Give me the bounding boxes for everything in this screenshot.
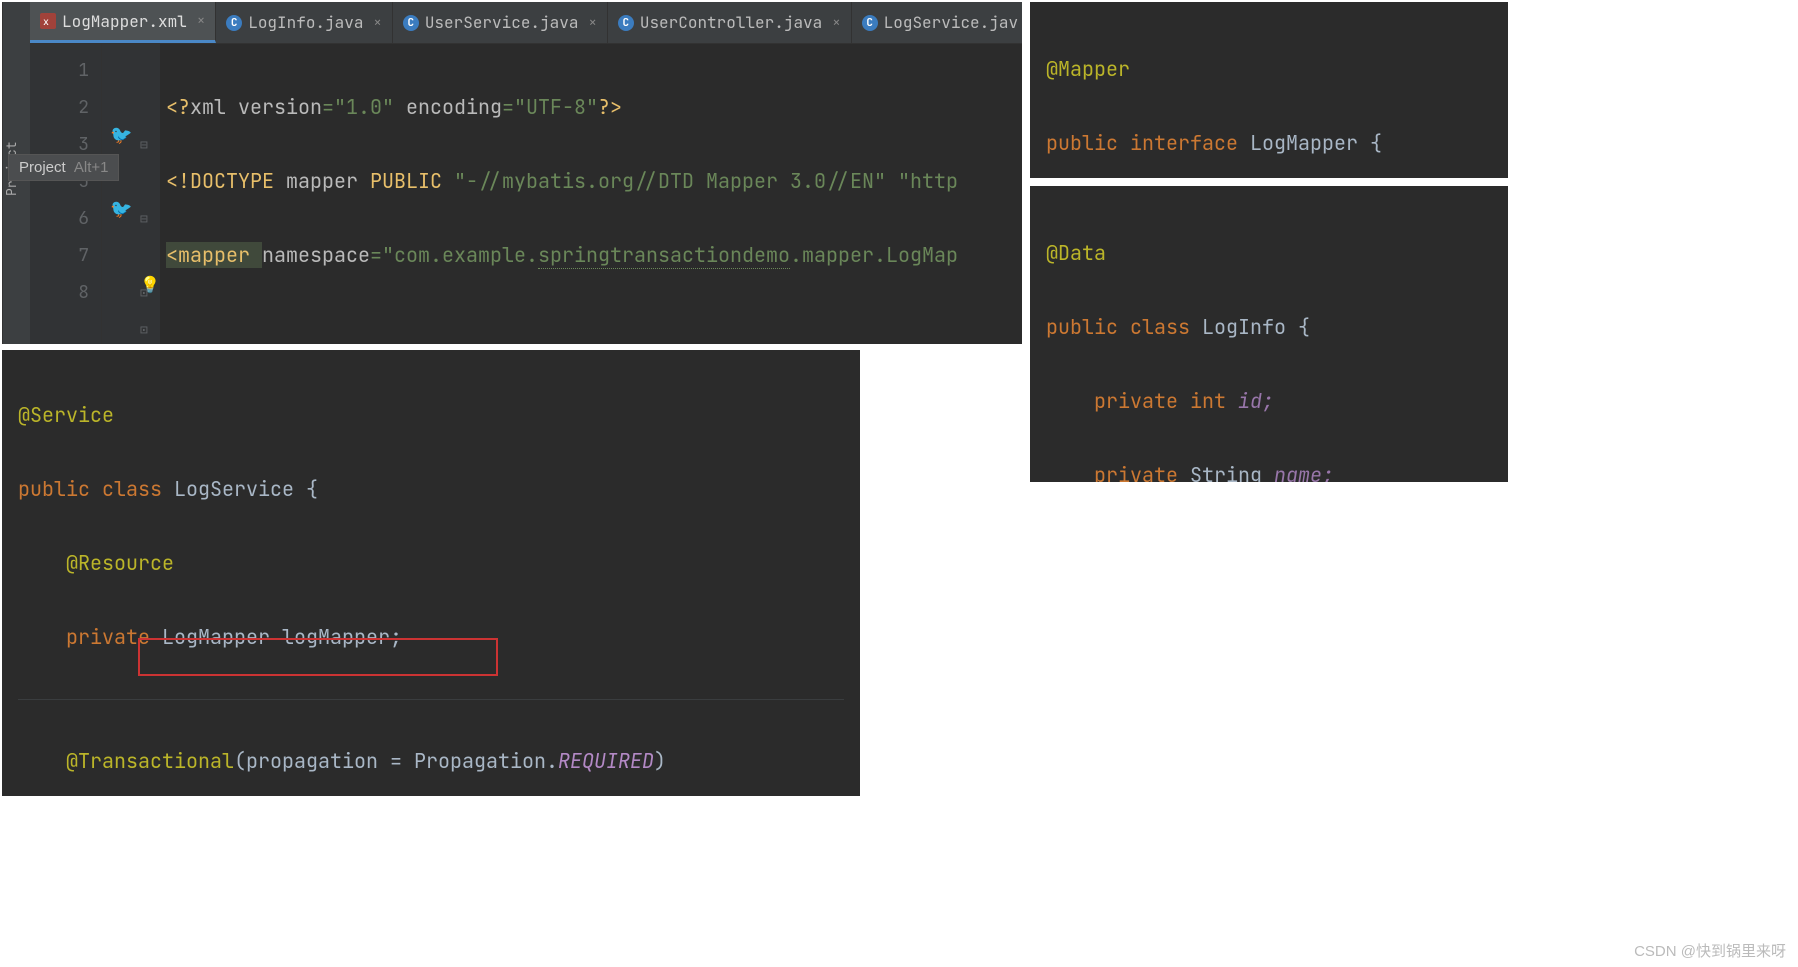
code-tok: PUBLIC xyxy=(370,168,454,194)
code-tok: xml version xyxy=(190,94,322,120)
code-tok xyxy=(1046,462,1094,482)
line-num: 1 xyxy=(30,52,89,89)
code-tok: = xyxy=(322,94,334,120)
tab-label: LogInfo.java xyxy=(248,12,363,33)
code-tok: (propagation = Propagation. xyxy=(234,748,558,774)
code-tok: LogService { xyxy=(174,476,318,502)
code-tok: .mapper.LogMap xyxy=(790,242,958,268)
code-tok: springtransactiondemo xyxy=(538,242,790,269)
panel-xml-editor: Project x LogMapper.xml × C LogInfo.java… xyxy=(2,2,1022,344)
fold-icon[interactable]: ⊟ xyxy=(140,126,160,163)
highlight-box xyxy=(138,638,498,676)
code-tok: public class xyxy=(18,476,174,502)
code-tok: = xyxy=(502,94,514,120)
code-tok: mapper xyxy=(178,242,262,268)
code-area[interactable]: <?xml version="1.0" encoding="UTF-8"?> <… xyxy=(160,44,958,344)
close-icon[interactable]: × xyxy=(373,14,381,32)
close-icon[interactable]: × xyxy=(588,14,596,32)
panel-logservice: @Service public class LogService { @Reso… xyxy=(2,350,860,796)
code-tok: private xyxy=(1094,462,1190,482)
tab-usercontroller-java[interactable]: C UserController.java × xyxy=(608,2,852,43)
xml-file-icon: x xyxy=(40,13,56,29)
tab-label: LogService.jav xyxy=(884,12,1018,33)
tab-logmapper-xml[interactable]: x LogMapper.xml × xyxy=(30,2,216,43)
close-icon[interactable]: × xyxy=(197,12,205,30)
editor-body: 1 2 3 5 6 7 8 🐦 🐦 ⊟ ⊟ ⊡ ⊡ <?xml version=… xyxy=(30,44,1022,344)
code-tok xyxy=(1046,388,1094,414)
code-tok: "1.0" xyxy=(334,94,394,120)
code-tok: @Transactional xyxy=(66,748,234,774)
class-icon: C xyxy=(862,15,878,31)
fold-end-icon[interactable]: ⊡ xyxy=(140,311,160,344)
tooltip-shortcut: Alt+1 xyxy=(74,159,109,176)
code-tok: "-//mybatis.org//DTD Mapper 3.0//EN" "ht… xyxy=(454,168,958,194)
svg-text:x: x xyxy=(43,15,49,28)
code-tok xyxy=(18,550,66,576)
tab-label: UserController.java xyxy=(640,12,822,33)
class-icon: C xyxy=(226,15,242,31)
tab-userservice-java[interactable]: C UserService.java × xyxy=(393,2,608,43)
code-tok: = xyxy=(370,242,382,268)
code-tok: <? xyxy=(166,94,190,120)
code-tok: String xyxy=(1190,462,1274,482)
code-tok: encoding xyxy=(394,94,502,120)
code-tok: id; xyxy=(1238,388,1274,414)
class-icon: C xyxy=(403,15,419,31)
icon-gutter: 🐦 🐦 xyxy=(102,44,140,344)
code-tok: LogInfo { xyxy=(1202,314,1310,340)
line-number-gutter: 1 2 3 5 6 7 8 xyxy=(30,44,102,344)
code-tok: ?> xyxy=(598,94,622,120)
code-tok: name; xyxy=(1274,462,1334,482)
code-tok: <!DOCTYPE xyxy=(166,168,286,194)
tab-label: UserService.java xyxy=(425,12,579,33)
code-tok: "UTF-8" xyxy=(514,94,598,120)
code-tok: LogMapper { xyxy=(1250,130,1382,156)
code-tok: public interface xyxy=(1046,130,1250,156)
fold-icon[interactable]: ⊟ xyxy=(140,200,160,237)
panel-logmapper-interface: @Mapper public interface LogMapper { int… xyxy=(1030,2,1508,178)
code-tok: @Data xyxy=(1046,240,1106,266)
code-tok: ) xyxy=(654,748,666,774)
tab-label: LogMapper.xml xyxy=(62,11,187,32)
code-tok: namespace xyxy=(262,242,370,268)
code-area[interactable]: @Service public class LogService { @Reso… xyxy=(18,360,844,796)
code-area[interactable]: @Mapper public interface LogMapper { int… xyxy=(1046,14,1492,178)
line-num: 2 xyxy=(30,89,89,126)
project-tooltip: Project Alt+1 xyxy=(8,154,119,181)
code-tok: REQUIRED xyxy=(558,748,654,774)
editor-tabs: x LogMapper.xml × C LogInfo.java × C Use… xyxy=(30,2,1022,44)
close-icon[interactable]: × xyxy=(832,14,840,32)
code-area[interactable]: @Data public class LogInfo { private int… xyxy=(1046,198,1492,482)
code-tok xyxy=(18,748,66,774)
code-tok: "com.example. xyxy=(382,242,538,268)
code-tok: @Resource xyxy=(66,550,174,576)
code-tok xyxy=(18,624,66,650)
code-tok: private int xyxy=(1094,388,1238,414)
code-tok: public class xyxy=(1046,314,1202,340)
code-tok: @Service xyxy=(18,402,114,428)
mybatis-bird-icon[interactable]: 🐦 xyxy=(110,124,132,147)
lightbulb-icon[interactable]: 💡 xyxy=(140,274,160,295)
tab-logservice-java[interactable]: C LogService.jav xyxy=(852,2,1022,43)
tab-loginfo-java[interactable]: C LogInfo.java × xyxy=(216,2,393,43)
mybatis-bird-icon[interactable]: 🐦 xyxy=(110,198,132,221)
code-tok: mapper xyxy=(286,168,370,194)
class-icon: C xyxy=(618,15,634,31)
panel-loginfo-class: @Data public class LogInfo { private int… xyxy=(1030,186,1508,482)
watermark: CSDN @快到锅里来呀 xyxy=(1634,940,1786,961)
line-num: 7 xyxy=(30,237,89,274)
fold-gutter: ⊟ ⊟ ⊡ ⊡ xyxy=(140,44,160,344)
line-num: 6 xyxy=(30,200,89,237)
tooltip-label: Project xyxy=(19,159,66,176)
code-tok: @Mapper xyxy=(1046,56,1130,82)
code-tok: < xyxy=(166,242,178,268)
line-num: 8 xyxy=(30,274,89,311)
